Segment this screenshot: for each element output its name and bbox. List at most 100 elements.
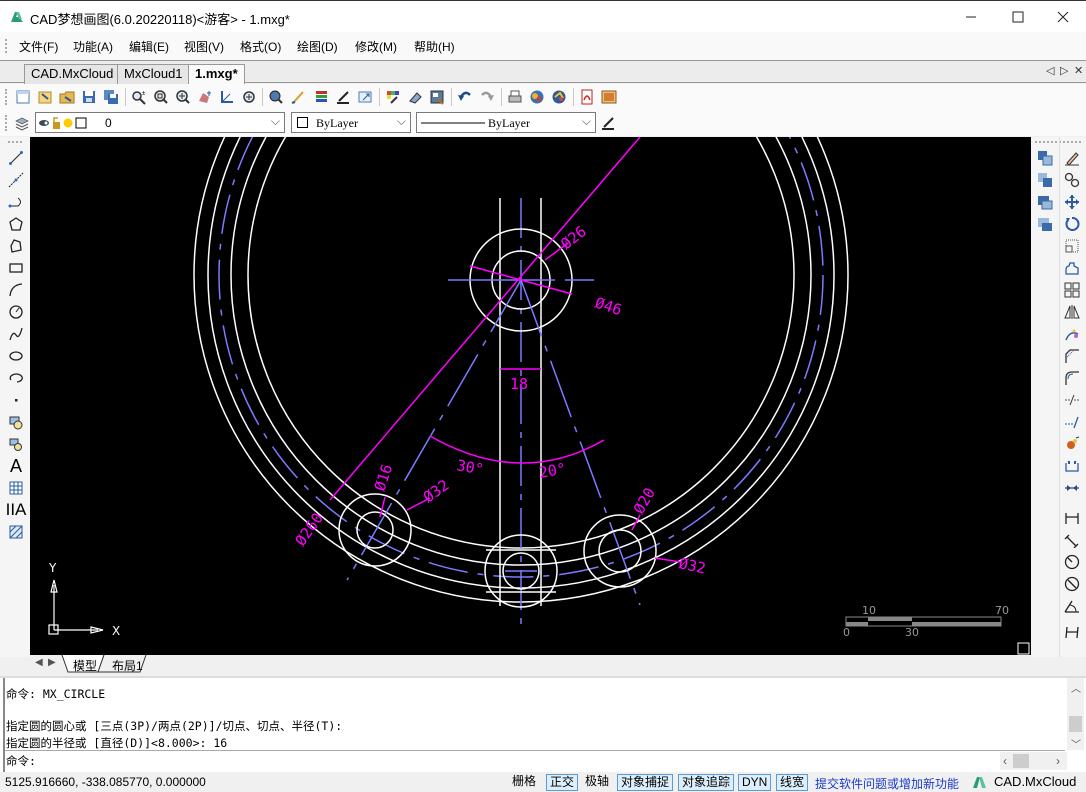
polygon-icon[interactable] xyxy=(6,214,26,234)
brand-label[interactable]: CAD.MxCloud xyxy=(994,774,1076,789)
toggle-polar[interactable]: 极轴 xyxy=(582,774,612,791)
zoom-extents-icon[interactable] xyxy=(240,88,258,106)
new-icon[interactable] xyxy=(14,88,32,106)
dim-diameter-icon[interactable] xyxy=(1062,574,1082,594)
copy-icon[interactable] xyxy=(1062,170,1082,190)
pan-hand-icon[interactable] xyxy=(196,88,214,106)
block-insert-icon[interactable] xyxy=(356,88,374,106)
toggle-object-tracking[interactable]: 对象追踪 xyxy=(678,774,735,791)
tab-scroll-right-icon[interactable]: ▷ xyxy=(1060,64,1068,77)
block-insert-icon[interactable] xyxy=(6,434,26,454)
break-icon[interactable] xyxy=(1062,456,1082,476)
properties-icon[interactable] xyxy=(267,88,285,106)
dim-linear-icon[interactable] xyxy=(1062,508,1082,528)
trim-icon[interactable] xyxy=(1062,390,1082,410)
color-select[interactable]: ByLayer ⌵ xyxy=(291,112,411,133)
dim-aligned-icon[interactable] xyxy=(1062,530,1082,550)
offset-icon[interactable] xyxy=(1062,258,1082,278)
block-make-icon[interactable] xyxy=(6,412,26,432)
cloud-share-icon[interactable] xyxy=(550,88,568,106)
text-icon[interactable]: A xyxy=(6,456,26,476)
bring-front-icon[interactable] xyxy=(1035,148,1055,168)
circle-icon[interactable] xyxy=(6,302,26,322)
ellipse-arc-icon[interactable] xyxy=(6,368,26,388)
linetype-icon[interactable] xyxy=(334,88,352,106)
minimize-button[interactable] xyxy=(948,1,994,33)
tab-cad-mxcloud[interactable]: CAD.MxCloud xyxy=(24,64,121,84)
send-under-icon[interactable] xyxy=(1035,214,1055,234)
tab-layout1[interactable]: 布局1 xyxy=(112,657,143,674)
toggle-object-snap[interactable]: 对象捕捉 xyxy=(617,774,674,791)
menu-function[interactable]: 功能(A) xyxy=(73,38,113,55)
move-icon[interactable] xyxy=(1062,192,1082,212)
maximize-button[interactable] xyxy=(995,1,1041,33)
menu-draw[interactable]: 绘图(D) xyxy=(297,38,338,55)
command-hscrollbar[interactable]: ‹ › xyxy=(1000,752,1067,770)
feedback-link[interactable]: 提交软件问题或增加新功能 xyxy=(815,775,959,792)
spline-icon[interactable] xyxy=(6,324,26,344)
scale-icon[interactable] xyxy=(1062,236,1082,256)
scroll-thumb[interactable] xyxy=(1069,716,1082,732)
pan-icon[interactable] xyxy=(174,88,192,106)
color-palette-icon[interactable] xyxy=(384,88,402,106)
pdf-icon[interactable] xyxy=(578,88,596,106)
dim-angular-icon[interactable] xyxy=(1062,596,1082,616)
toggle-grid[interactable]: 栅格 xyxy=(509,774,539,791)
command-input[interactable]: 命令: xyxy=(6,753,1006,769)
hatch-icon[interactable] xyxy=(6,522,26,542)
redo-icon[interactable] xyxy=(478,88,496,106)
lineweight-icon[interactable] xyxy=(599,114,617,132)
tab-scroll-left-icon[interactable]: ◁ xyxy=(1046,64,1054,77)
bring-above-icon[interactable] xyxy=(1035,192,1055,212)
toggle-ortho[interactable]: 正交 xyxy=(546,774,579,791)
line-icon[interactable] xyxy=(6,148,26,168)
tab-1-mxg[interactable]: 1.mxg* xyxy=(188,64,245,85)
match-properties-icon[interactable] xyxy=(289,88,307,106)
dim-radius-icon[interactable] xyxy=(1062,552,1082,572)
tab-close-icon[interactable]: ✕ xyxy=(1074,64,1083,77)
undo-icon[interactable] xyxy=(456,88,474,106)
toggle-dyn[interactable]: DYN xyxy=(738,774,772,791)
menu-grip[interactable] xyxy=(5,39,7,53)
menu-edit[interactable]: 编辑(E) xyxy=(129,38,169,55)
drawing-canvas[interactable]: Ø26 Ø46 18 30° 20° Ø16 Ø32 Ø260 Ø20 Ø32 … xyxy=(30,137,1031,655)
menu-view[interactable]: 视图(V) xyxy=(184,38,224,55)
dim-continue-icon[interactable] xyxy=(1062,622,1082,642)
tab-mxcloud1[interactable]: MxCloud1 xyxy=(117,64,190,84)
close-button[interactable] xyxy=(1040,1,1086,33)
region-icon[interactable] xyxy=(6,236,26,256)
scroll-right-icon[interactable]: › xyxy=(1056,754,1060,768)
tab-model[interactable]: 模型 xyxy=(73,657,97,674)
menu-file[interactable]: 文件(F) xyxy=(19,38,58,55)
open-folder-icon[interactable] xyxy=(58,88,76,106)
toolbar-grip[interactable] xyxy=(8,141,22,143)
table-icon[interactable] xyxy=(6,478,26,498)
explode-icon[interactable] xyxy=(1062,434,1082,454)
layout-scroll-left-icon[interactable]: ◀ xyxy=(35,657,43,668)
array-icon[interactable] xyxy=(1062,280,1082,300)
menu-help[interactable]: 帮助(H) xyxy=(414,38,455,55)
layout-icon[interactable] xyxy=(428,88,446,106)
rectangle-icon[interactable] xyxy=(6,258,26,278)
toolbar-grip[interactable] xyxy=(5,89,7,105)
toggle-lineweight[interactable]: 线宽 xyxy=(776,774,809,791)
chamfer-icon[interactable] xyxy=(1062,346,1082,366)
layout-scroll-right-icon[interactable]: ▶ xyxy=(48,657,56,668)
linetype-select[interactable]: ByLayer ⌵ xyxy=(416,112,596,133)
ellipse-icon[interactable] xyxy=(6,346,26,366)
xline-icon[interactable] xyxy=(6,170,26,190)
scroll-left-icon[interactable]: ‹ xyxy=(1003,754,1007,768)
ucs-icon[interactable] xyxy=(218,88,236,106)
layer-select[interactable]: 0 ⌵ xyxy=(35,112,285,133)
menu-format[interactable]: 格式(O) xyxy=(240,38,281,55)
save-as-icon[interactable] xyxy=(102,88,120,106)
image-export-icon[interactable] xyxy=(600,88,618,106)
mtext-icon[interactable]: IIA xyxy=(6,500,27,520)
rotate-icon[interactable] xyxy=(1062,214,1082,234)
arc-icon[interactable] xyxy=(6,280,26,300)
mirror-icon[interactable] xyxy=(1062,302,1082,322)
stretch-icon[interactable] xyxy=(1062,324,1082,344)
scroll-down-icon[interactable]: ﹀ xyxy=(1071,736,1081,751)
join-icon[interactable] xyxy=(1062,478,1082,498)
cloud-icon[interactable] xyxy=(528,88,546,106)
